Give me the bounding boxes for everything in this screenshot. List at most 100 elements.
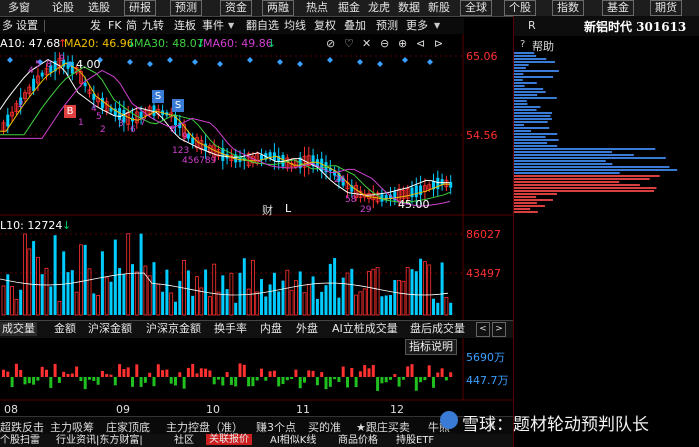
volume-axis-high: 86027 [466,228,501,241]
scroll-right-icon[interactable]: > [492,322,506,337]
flow-bar [315,377,319,386]
volume-bar [1,285,6,316]
flow-bar [152,377,156,387]
strategy-tab[interactable]: 赚3个点 [256,419,296,435]
volume-bar [134,271,139,316]
chip-bar [514,208,531,210]
info-tab-commodity-price[interactable]: 商品价格 [338,435,378,446]
flow-bar [105,374,109,377]
volume-bar [238,272,242,315]
flow-bar [45,369,48,377]
tab-outer[interactable]: 外盘 [296,322,318,336]
volume-bar [122,273,126,315]
finance-event-marker[interactable]: 财 [262,202,273,218]
info-tab-ai-similar-kline[interactable]: AI相似K线 [270,435,316,446]
chip-bar [514,166,670,168]
chip-bar [514,154,634,156]
info-tab-community[interactable]: 社区 [174,435,194,446]
volume-bar [410,269,414,315]
strategy-tab[interactable]: 主力控盘（准） [166,419,243,435]
menu-fund[interactable]: 基金 [602,0,634,16]
volume-arrow-icon: ↓ [62,219,72,232]
menu-futures[interactable]: 期货 [650,0,682,16]
flow-bar [131,377,134,387]
info-tab-risk-scan[interactable]: 个股扫雷 [0,435,40,446]
volume-bar [367,270,371,316]
tab-volume[interactable]: 成交量 [0,322,37,336]
chip-distribution-panel: R 新铝时代 301613 ? 帮助 [513,16,699,447]
flow-bar [281,377,285,385]
signal-diamond [247,57,253,63]
chip-bar [514,124,524,126]
strategy-tab[interactable]: ★跟庄买卖 [356,419,410,435]
strategy-tab[interactable]: 买的准 [308,419,341,435]
seq-label: 26 [334,175,346,185]
scroll-left-icon[interactable]: < [476,322,490,337]
volume-bar [380,296,384,315]
menu-index[interactable]: 指数 [552,0,584,16]
indicator-help[interactable]: 指标说明 [405,339,457,355]
flow-bar [337,377,341,383]
sell-badge[interactable]: S [172,99,184,112]
chip-bar [514,184,640,186]
chip-bar [514,151,612,153]
buy-badge[interactable]: B [64,105,76,118]
signal-diamond [357,59,363,65]
signal-diamond [402,57,408,63]
seq-label: 4 [28,66,34,76]
flow-bar [285,377,289,381]
seq-label: 9 [182,132,188,142]
chip-bars [514,52,678,213]
chip-bar [514,157,666,159]
flow-bar [165,369,169,377]
l-marker[interactable]: L [285,202,291,215]
sell-badge[interactable]: S [152,90,164,103]
watermark-text: 雪球：题材轮动预判队长 [462,415,649,435]
flow-bar [169,377,173,384]
tab-hsj-amount[interactable]: 沪深京金额 [146,322,201,336]
chip-bar [514,130,532,132]
flow-bar [174,377,177,386]
flow-axis-high: 5690万 [466,351,505,364]
flow-bar [204,368,208,377]
volume-bar [260,279,263,315]
volume-bars [0,233,453,316]
volume-bar [375,267,380,316]
volume-bar [40,274,44,315]
volume-ma-label: L10: 12724 [0,219,63,232]
volume-bar [302,292,307,316]
info-tab-holding-etf[interactable]: 持股ETF [396,435,434,446]
tab-after-hours-volume[interactable]: 盘后成交量 [410,322,465,336]
volume-bar [191,295,195,315]
volume-bar [242,258,246,315]
strategy-tab-bar: 超跌反击 主力吸筹 庄家顶底 主力控盘（准） 赚3个点 买的准 ★跟庄买卖 牛熊… [0,416,513,434]
volume-bar [432,298,435,315]
seq-label: 1 [78,118,84,128]
flow-bar [148,372,152,377]
tab-inner[interactable]: 内盘 [260,322,282,336]
chip-bar [514,133,558,135]
stock-name-code: 新铝时代 301613 [584,20,687,34]
ma-line [0,69,451,207]
volume-bar [10,286,15,316]
tab-hs-amount[interactable]: 沪深金额 [88,322,132,336]
help-icon[interactable]: ? [520,39,525,50]
flow-bar [79,377,83,382]
flow-bar [242,364,246,377]
volume-bar [186,270,190,315]
strategy-tab[interactable]: 庄家顶底 [106,419,150,435]
info-tab-industry-news[interactable]: 行业资讯|东方财富| [56,435,143,446]
tab-ai-volume[interactable]: AI立桩成交量 [332,322,398,336]
volume-bar [32,241,36,315]
seq-label: 5 [96,112,102,122]
strategy-tab[interactable]: 主力吸筹 [50,419,94,435]
seq-label: 9 [59,54,65,64]
chip-bar [514,73,524,75]
watermark: 雪球：题材轮动预判队长 [440,410,699,435]
info-tab-related-quote[interactable]: 关联报价 [206,434,252,445]
flow-bar [363,365,367,377]
strategy-tab[interactable]: 超跌反击 [0,419,44,435]
tab-amount[interactable]: 金额 [54,322,76,336]
tab-turnover[interactable]: 换手率 [214,322,247,336]
flow-bar [6,371,10,377]
